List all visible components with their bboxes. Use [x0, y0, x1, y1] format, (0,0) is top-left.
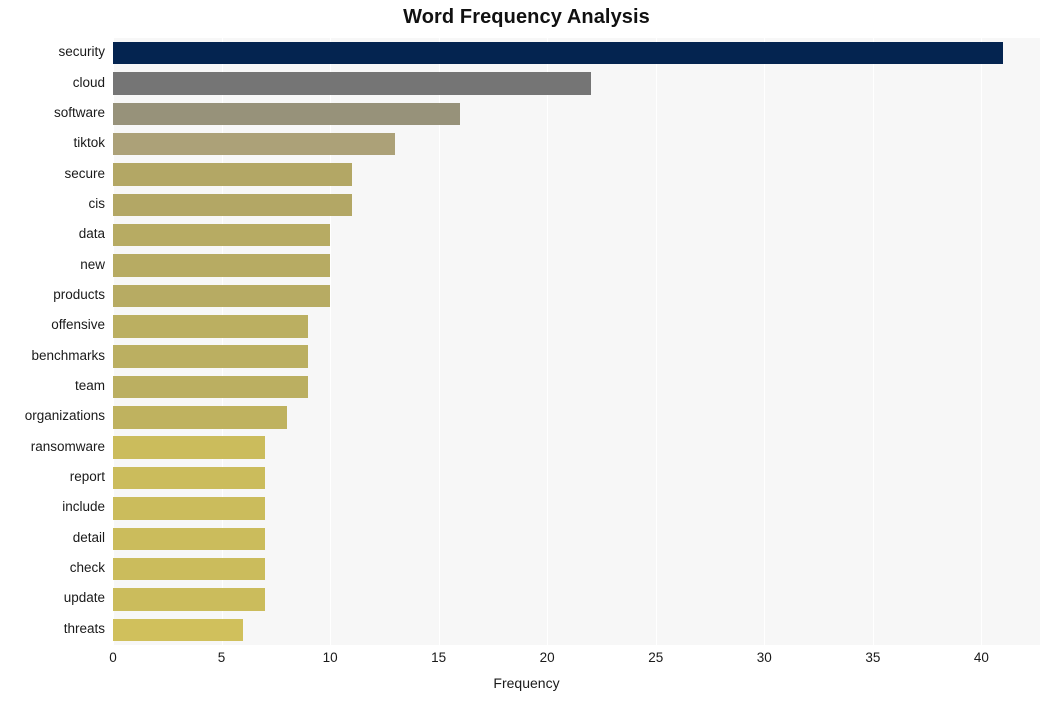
y-tick-label-products: products: [53, 286, 105, 302]
bar-row: [113, 345, 1040, 368]
y-tick-label-cis: cis: [88, 195, 106, 211]
x-tick-label-0: 0: [109, 650, 117, 665]
x-tick-label-10: 10: [322, 650, 338, 665]
x-axis-title: Frequency: [493, 675, 560, 691]
bar-row: [113, 193, 1040, 217]
y-tick-label-data: data: [78, 226, 105, 242]
y-tick-label-benchmarks: benchmarks: [31, 347, 105, 363]
y-tick-label-include: include: [62, 499, 105, 515]
x-tick-label-15: 15: [431, 650, 447, 665]
bars-layer: [113, 38, 1040, 645]
x-tick-label-30: 30: [756, 650, 772, 665]
bar-row: [113, 436, 1040, 459]
x-tick-label-5: 5: [217, 650, 226, 665]
bar-benchmarks[interactable]: [113, 345, 309, 368]
y-tick-label-offensive: offensive: [51, 317, 105, 333]
y-tick-label-cloud: cloud: [72, 74, 105, 90]
x-tick-label-20: 20: [539, 650, 555, 665]
bar-secure[interactable]: [113, 163, 352, 186]
bar-new[interactable]: [113, 254, 331, 277]
bar-row: [113, 41, 1040, 65]
y-tick-label-secure: secure: [64, 165, 105, 181]
bar-row: [113, 466, 1040, 490]
y-tick-label-organizations: organizations: [24, 408, 105, 424]
bar-row: [113, 224, 1040, 247]
y-tick-label-security: security: [58, 44, 105, 60]
bar-report[interactable]: [113, 466, 265, 490]
bar-detail[interactable]: [113, 527, 265, 550]
bar-products[interactable]: [113, 284, 331, 308]
x-axis-tick-labels: 0 5 10 15 20 25 30 35 40: [0, 650, 1053, 674]
bar-row: [113, 132, 1040, 156]
chart-title: Word Frequency Analysis: [403, 6, 650, 28]
bar-threats[interactable]: [113, 618, 244, 642]
y-tick-label-team: team: [74, 378, 105, 394]
y-tick-label-threats: threats: [63, 620, 105, 636]
bar-offensive[interactable]: [113, 315, 309, 338]
bar-row: [113, 375, 1040, 399]
bar-cis[interactable]: [113, 193, 352, 217]
bar-cloud[interactable]: [113, 72, 591, 95]
bar-row: [113, 315, 1040, 338]
plot-area: [113, 38, 1040, 645]
bar-ransomware[interactable]: [113, 436, 265, 459]
bar-team[interactable]: [113, 375, 309, 399]
bar-row: [113, 588, 1040, 611]
word-frequency-chart: Word Frequency Analysis security cloud sof…: [0, 0, 1053, 701]
bar-row: [113, 527, 1040, 550]
y-tick-label-detail: detail: [72, 529, 105, 545]
bar-security[interactable]: [113, 41, 1004, 65]
x-tick-label-40: 40: [973, 650, 989, 665]
bar-row: [113, 497, 1040, 520]
bar-row: [113, 406, 1040, 429]
y-tick-label-update: update: [63, 590, 105, 606]
y-tick-label-software: software: [53, 104, 105, 120]
bar-row: [113, 72, 1040, 95]
bar-data[interactable]: [113, 224, 331, 247]
y-axis-tick-labels: security cloud software tiktok secure cis data…: [0, 38, 105, 645]
y-tick-label-new: new: [80, 256, 105, 272]
x-tick-label-35: 35: [865, 650, 881, 665]
bar-organizations[interactable]: [113, 406, 287, 429]
bar-check[interactable]: [113, 557, 265, 581]
bar-include[interactable]: [113, 497, 265, 520]
bar-row: [113, 618, 1040, 642]
y-tick-label-check: check: [69, 560, 105, 576]
bar-row: [113, 557, 1040, 581]
bar-row: [113, 163, 1040, 186]
bar-row: [113, 284, 1040, 308]
y-tick-label-ransomware: ransomware: [30, 438, 105, 454]
bar-software[interactable]: [113, 102, 461, 126]
bar-row: [113, 102, 1040, 126]
bar-tiktok[interactable]: [113, 132, 396, 156]
bar-update[interactable]: [113, 588, 265, 611]
x-tick-label-25: 25: [648, 650, 664, 665]
bar-row: [113, 254, 1040, 277]
y-tick-label-report: report: [69, 469, 105, 485]
y-tick-label-tiktok: tiktok: [73, 135, 105, 151]
